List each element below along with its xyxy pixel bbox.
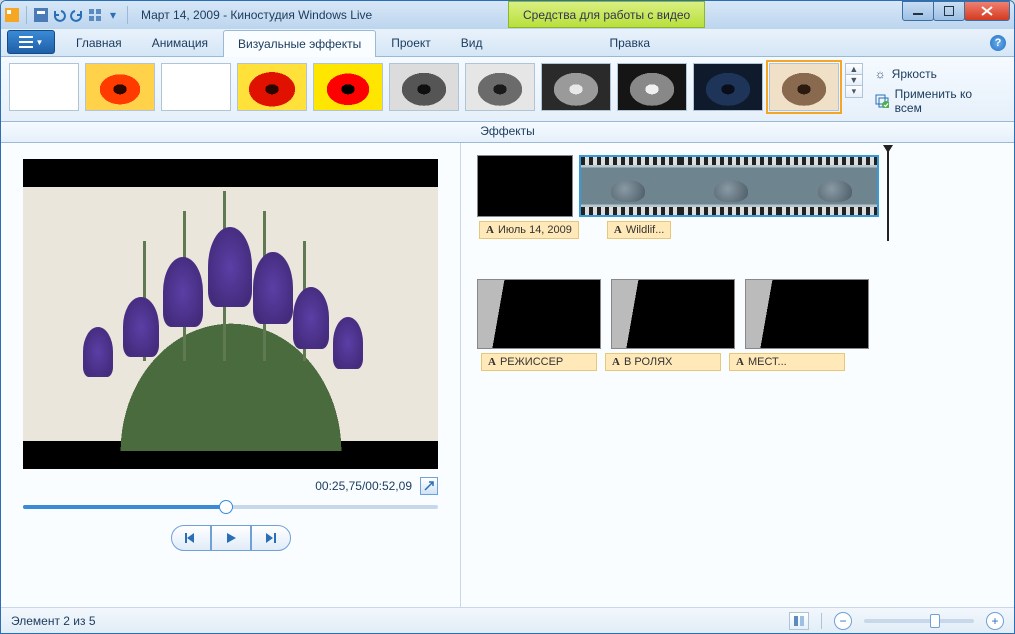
ribbon-tabs: ▼ Главная Анимация Визуальные эффекты Пр… <box>1 29 1014 57</box>
effect-sepia[interactable] <box>769 63 839 111</box>
caption-cast[interactable]: AВ РОЛЯХ <box>605 353 721 371</box>
effect-sketch[interactable] <box>161 63 231 111</box>
qat-more-icon[interactable] <box>88 8 102 22</box>
tab-visual-effects[interactable]: Визуальные эффекты <box>223 30 376 57</box>
timeline-row-2 <box>477 279 998 349</box>
app-icon <box>5 8 19 22</box>
effect-negative2[interactable] <box>617 63 687 111</box>
time-display: 00:25,75/00:52,09 <box>315 479 412 493</box>
window-controls <box>903 1 1010 21</box>
gallery-up-icon[interactable]: ▲ <box>846 64 862 75</box>
chevron-down-icon: ▼ <box>36 38 44 47</box>
credit-clip-1[interactable] <box>477 279 601 349</box>
tab-view[interactable]: Вид <box>446 29 498 56</box>
prev-frame-button[interactable] <box>171 525 211 551</box>
window-title: Март 14, 2009 - Киностудия Windows Live <box>141 8 372 22</box>
effect-negative1[interactable] <box>541 63 611 111</box>
app-window: ▾ Март 14, 2009 - Киностудия Windows Liv… <box>0 0 1015 634</box>
credit-clip-3[interactable] <box>745 279 869 349</box>
playhead[interactable] <box>887 149 889 241</box>
effect-cold[interactable] <box>693 63 763 111</box>
help-icon[interactable]: ? <box>990 35 1006 51</box>
status-bar: Элемент 2 из 5 − + <box>1 607 1014 633</box>
caption-title[interactable]: AИюль 14, 2009 <box>479 221 579 239</box>
seek-thumb[interactable] <box>219 500 233 514</box>
ribbon-actions: ☼ Яркость Применить ко всем <box>869 63 1006 119</box>
zoom-in-button[interactable]: + <box>986 612 1004 630</box>
gallery-scroll: ▲ ▼ ▾ <box>845 63 863 98</box>
tab-edit[interactable]: Правка <box>594 29 665 56</box>
next-frame-button[interactable] <box>251 525 291 551</box>
caption-row-2: AРЕЖИССЕР AВ РОЛЯХ AМЕСТ... <box>477 353 998 371</box>
caption-director[interactable]: AРЕЖИССЕР <box>481 353 597 371</box>
expand-icon <box>424 481 434 491</box>
brightness-icon: ☼ <box>875 67 886 81</box>
ribbon-content: ▲ ▼ ▾ ☼ Яркость Применить ко всем <box>1 57 1014 122</box>
chevron-down-icon[interactable]: ▾ <box>106 8 120 22</box>
effect-warm[interactable] <box>85 63 155 111</box>
effect-none[interactable] <box>9 63 79 111</box>
effect-poster[interactable] <box>313 63 383 111</box>
zoom-out-button[interactable]: − <box>834 612 852 630</box>
title-clip[interactable] <box>477 155 573 217</box>
minimize-button[interactable] <box>902 1 934 21</box>
redo-icon[interactable] <box>70 8 84 22</box>
tab-home[interactable]: Главная <box>61 29 137 56</box>
save-icon[interactable] <box>34 8 48 22</box>
preview-video[interactable] <box>23 159 438 469</box>
brightness-button[interactable]: ☼ Яркость <box>875 67 1000 81</box>
credit-clip-2[interactable] <box>611 279 735 349</box>
play-button[interactable] <box>211 525 251 551</box>
context-tab-video-tools[interactable]: Средства для работы с видео <box>508 1 705 28</box>
apply-all-button[interactable]: Применить ко всем <box>875 87 1000 115</box>
quick-access-toolbar: ▾ <box>1 6 135 24</box>
tab-project[interactable]: Проект <box>376 29 446 56</box>
fullscreen-button[interactable] <box>420 477 438 495</box>
close-button[interactable] <box>964 1 1010 21</box>
zoom-thumb[interactable] <box>930 614 940 628</box>
caption-row-1: AИюль 14, 2009 AWildlif... <box>477 221 998 239</box>
view-toggle-button[interactable] <box>789 612 809 630</box>
gallery-down-icon[interactable]: ▼ <box>846 75 862 86</box>
gallery-more-icon[interactable]: ▾ <box>846 86 862 97</box>
tab-animation[interactable]: Анимация <box>137 29 223 56</box>
file-menu-button[interactable]: ▼ <box>7 30 55 54</box>
undo-icon[interactable] <box>52 8 66 22</box>
seek-bar[interactable] <box>23 505 438 509</box>
time-row: 00:25,75/00:52,09 <box>23 477 438 495</box>
timeline-row-1 <box>477 155 998 217</box>
effect-bw1[interactable] <box>389 63 459 111</box>
effect-red[interactable] <box>237 63 307 111</box>
video-clip[interactable] <box>579 155 879 217</box>
effects-gallery <box>9 63 839 111</box>
menu-icon <box>19 36 33 48</box>
title-bar: ▾ Март 14, 2009 - Киностудия Windows Liv… <box>1 1 1014 29</box>
maximize-button[interactable] <box>933 1 965 21</box>
timeline-pane: AИюль 14, 2009 AWildlif... AРЕЖИССЕР AВ … <box>461 143 1014 607</box>
ribbon-group-label: Эффекты <box>1 122 1014 143</box>
caption-location[interactable]: AМЕСТ... <box>729 353 845 371</box>
video-frame <box>23 187 438 441</box>
preview-pane: 00:25,75/00:52,09 <box>1 143 461 607</box>
apply-all-icon <box>875 94 889 108</box>
status-element-count: Элемент 2 из 5 <box>11 614 96 628</box>
playback-controls <box>171 525 291 551</box>
main-area: 00:25,75/00:52,09 <box>1 143 1014 607</box>
zoom-slider[interactable] <box>864 619 974 623</box>
caption-wildlife[interactable]: AWildlif... <box>607 221 671 239</box>
effect-bw2[interactable] <box>465 63 535 111</box>
